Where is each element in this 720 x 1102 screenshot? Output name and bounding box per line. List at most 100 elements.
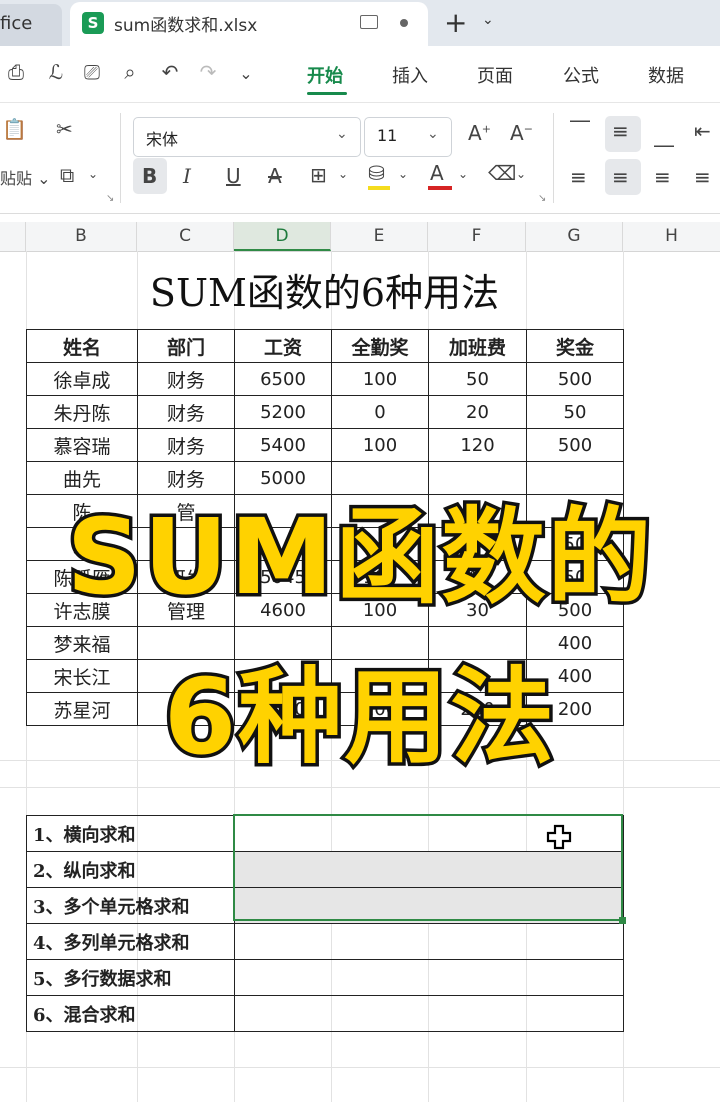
table-cell[interactable]: 财务 — [137, 428, 235, 462]
table-cell[interactable]: 20 — [428, 395, 527, 429]
table-cell[interactable]: 50 — [428, 362, 527, 396]
result-cell[interactable] — [234, 851, 624, 888]
new-tab-button[interactable]: + — [444, 6, 467, 39]
table-cell[interactable]: 6500 — [234, 362, 332, 396]
column-header-d[interactable]: D — [234, 222, 331, 251]
table-cell[interactable]: 5400 — [234, 428, 332, 462]
table-cell[interactable]: 50 — [526, 395, 624, 429]
result-cell[interactable] — [234, 923, 624, 960]
menu-insert[interactable]: 插入 — [392, 62, 428, 88]
column-header-corner — [0, 222, 26, 251]
table-row: 慕容瑞 财务 5400 100 120 500 — [26, 428, 624, 462]
menu-formula[interactable]: 公式 — [563, 62, 599, 88]
font-grow-icon[interactable]: A+ — [468, 121, 491, 145]
align-middle-icon: ≡ — [612, 119, 629, 143]
header-cell[interactable]: 姓名 — [26, 329, 138, 363]
column-header-c[interactable]: C — [137, 222, 234, 251]
tab-previous[interactable]: fice — [0, 4, 62, 46]
paste-button[interactable]: 贴贴 ⌄ — [0, 165, 51, 189]
font-size-select[interactable]: 11 ⌄ — [364, 117, 452, 157]
column-header-e[interactable]: E — [331, 222, 428, 251]
table-cell[interactable]: 财务 — [137, 395, 235, 429]
table-cell[interactable]: 120 — [428, 428, 527, 462]
paste-icon[interactable]: 📋 — [2, 117, 27, 141]
method-label[interactable]: 6、混合求和 — [26, 995, 235, 1032]
align-right-icon[interactable]: ≡ — [654, 165, 671, 189]
font-color-icon[interactable]: A — [430, 161, 444, 185]
header-cell[interactable]: 部门 — [137, 329, 235, 363]
tab-active-document[interactable]: S sum函数求和.xlsx — [70, 2, 428, 46]
monitor-icon[interactable] — [360, 15, 378, 29]
sheet-title[interactable]: SUM函数的6种用法 — [26, 262, 623, 317]
font-name-select[interactable]: 宋体 ⌄ — [133, 117, 361, 157]
table-cell[interactable]: 徐卓成 — [26, 362, 138, 396]
underline-button[interactable]: U — [226, 164, 241, 188]
unsaved-dot-icon[interactable] — [400, 19, 408, 27]
header-cell[interactable]: 全勤奖 — [331, 329, 429, 363]
font-color-dropdown-icon[interactable]: ⌄ — [458, 167, 468, 181]
column-header-row: B C D E F G H — [0, 222, 720, 252]
chevron-down-icon[interactable]: ⌄ — [482, 12, 494, 28]
border-dropdown-icon[interactable]: ⌄ — [338, 167, 348, 181]
table-cell[interactable]: 财务 — [137, 362, 235, 396]
copy-dropdown-icon[interactable]: ⌄ — [88, 167, 98, 181]
align-bottom-icon[interactable]: ⎽ — [654, 123, 674, 147]
redo-icon[interactable]: ↷ — [196, 60, 220, 84]
table-cell[interactable]: 5200 — [234, 395, 332, 429]
clipboard-expand-icon[interactable]: ↘ — [106, 193, 114, 204]
column-header-h[interactable]: H — [623, 222, 720, 251]
fill-color-dropdown-icon[interactable]: ⌄ — [398, 167, 408, 181]
method-label[interactable]: 3、多个单元格求和 — [26, 887, 235, 924]
column-header-g[interactable]: G — [526, 222, 623, 251]
table-cell[interactable]: 0 — [331, 395, 429, 429]
strikethrough-button[interactable]: A — [268, 164, 282, 188]
fill-handle[interactable] — [619, 917, 626, 924]
font-expand-icon[interactable]: ↘ — [538, 193, 546, 204]
eraser-icon[interactable]: ⌫ — [488, 161, 516, 185]
indent-decrease-icon[interactable]: ⇤ — [694, 119, 711, 143]
menu-page[interactable]: 页面 — [477, 62, 513, 88]
table-cell[interactable]: 500 — [526, 362, 624, 396]
italic-button[interactable]: I — [183, 164, 191, 188]
table-cell[interactable]: 100 — [331, 362, 429, 396]
ribbon-separator — [120, 113, 121, 203]
overlay-headline-line1: SUM函数的 — [63, 493, 655, 622]
table-cell[interactable]: 100 — [331, 428, 429, 462]
align-top-icon[interactable]: ⎺ — [570, 117, 590, 141]
table-row: 朱丹陈 财务 5200 0 20 50 — [26, 395, 624, 429]
save-icon[interactable]: ⎙ — [4, 60, 28, 84]
align-left-icon[interactable]: ≡ — [570, 165, 587, 189]
share-icon[interactable]: ℒ — [44, 60, 68, 84]
justify-icon[interactable]: ≡ — [694, 165, 711, 189]
undo-icon[interactable]: ↶ — [158, 60, 182, 84]
font-shrink-icon[interactable]: A− — [510, 121, 533, 145]
menu-data[interactable]: 数据 — [648, 62, 684, 88]
method-label[interactable]: 2、纵向求和 — [26, 851, 235, 888]
menu-bar: ⎙ ℒ ⎚ ⌕ ↶ ↷ ⌄ 开始 插入 页面 公式 数据 — [0, 46, 720, 103]
header-cell[interactable]: 工资 — [234, 329, 332, 363]
header-cell[interactable]: 奖金 — [526, 329, 624, 363]
method-label[interactable]: 5、多行数据求和 — [26, 959, 235, 996]
header-cell[interactable]: 加班费 — [428, 329, 527, 363]
column-header-b[interactable]: B — [26, 222, 137, 251]
menu-home[interactable]: 开始 — [307, 62, 343, 88]
table-cell[interactable]: 500 — [526, 428, 624, 462]
cut-icon[interactable]: ✂ — [56, 117, 73, 141]
result-cell[interactable] — [234, 887, 624, 924]
copy-icon[interactable]: ⧉ — [60, 163, 74, 187]
eraser-dropdown-icon[interactable]: ⌄ — [516, 167, 526, 181]
result-cell[interactable] — [234, 959, 624, 996]
font-name-value: 宋体 — [146, 130, 179, 149]
result-cell[interactable] — [234, 995, 624, 1032]
table-header-row: 姓名 部门 工资 全勤奖 加班费 奖金 — [26, 329, 624, 363]
table-cell[interactable]: 朱丹陈 — [26, 395, 138, 429]
border-icon[interactable]: ⊞ — [310, 163, 327, 187]
quick-access-more-icon[interactable]: ⌄ — [234, 64, 258, 83]
print-preview-icon[interactable]: ⌕ — [118, 60, 142, 84]
fill-color-icon[interactable]: ⛁ — [368, 161, 385, 185]
method-label[interactable]: 1、横向求和 — [26, 815, 235, 852]
table-cell[interactable]: 慕容瑞 — [26, 428, 138, 462]
column-header-f[interactable]: F — [428, 222, 526, 251]
method-label[interactable]: 4、多列单元格求和 — [26, 923, 235, 960]
print-icon[interactable]: ⎚ — [80, 60, 104, 84]
